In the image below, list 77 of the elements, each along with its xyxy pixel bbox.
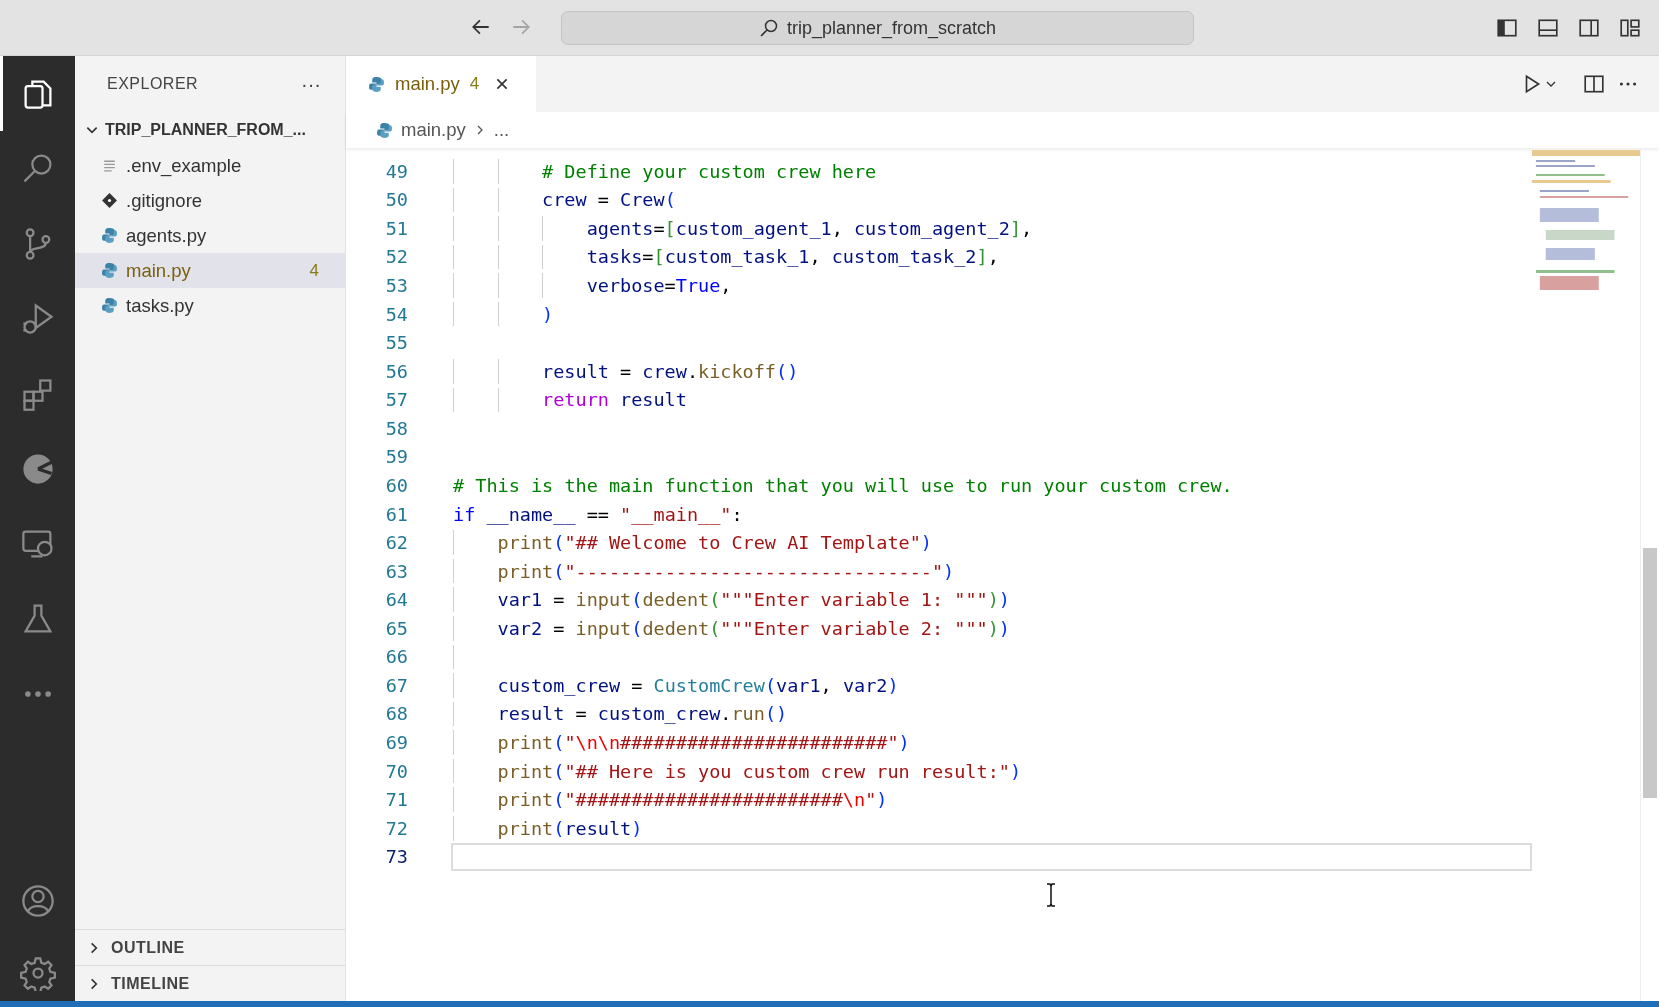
settings-icon[interactable] — [19, 955, 56, 991]
code-line: print("## Here is you custom crew run result:") — [497, 760, 1022, 782]
line-number: 59 — [384, 446, 408, 468]
code-line: ) — [542, 303, 554, 325]
code-line: print("--------------------------------") — [497, 560, 955, 582]
code-line: tasks=[custom_task_1, custom_task_2], — [586, 246, 999, 268]
code-line: return result — [542, 389, 687, 411]
account-icon[interactable] — [19, 883, 56, 919]
line-number: 64 — [384, 589, 408, 611]
code-line: if __name__ == "__main__": — [453, 503, 743, 525]
code-line: print("## Welcome to Crew AI Template") — [497, 532, 932, 554]
section-header[interactable]: OUTLINE — [75, 929, 345, 965]
python-icon — [101, 297, 118, 314]
file-item[interactable]: .gitignore — [75, 183, 345, 218]
file-item[interactable]: tasks.py — [75, 288, 345, 323]
line-number: 68 — [384, 703, 408, 725]
scrollbar-thumb[interactable] — [1643, 548, 1657, 798]
code-line: var1 = input(dedent("""Enter variable 1: """)) — [497, 589, 1010, 611]
python-icon — [101, 227, 118, 244]
editor-tab[interactable]: main.py 4 — [346, 56, 536, 112]
search-icon — [758, 18, 779, 38]
line-number: 60 — [384, 474, 408, 496]
code-line: print(result) — [497, 817, 643, 839]
code-line: result = crew.kickoff() — [542, 360, 799, 382]
folder-item[interactable]: TRIP_PLANNER_FROM_... — [75, 112, 345, 148]
line-number: 63 — [384, 560, 408, 582]
line-number: 66 — [384, 646, 408, 668]
sidebar-toggle-icon[interactable] — [1496, 17, 1518, 39]
python-icon — [368, 75, 385, 93]
line-number: 49 — [384, 160, 408, 182]
layout-icon[interactable] — [1619, 17, 1641, 39]
problem-count: 4 — [309, 260, 319, 281]
code-line: print("\n\n########################") — [497, 732, 910, 754]
line-number: 62 — [384, 532, 408, 554]
line-number: 70 — [384, 760, 408, 782]
problem-count: 4 — [469, 74, 480, 94]
code-line: var2 = input(dedent("""Enter variable 2: """)) — [497, 617, 1010, 639]
line-number: 61 — [384, 503, 408, 525]
line-number: 69 — [384, 732, 408, 754]
split-editor-icon[interactable] — [1583, 73, 1605, 95]
line-number: 65 — [384, 617, 408, 639]
code-line: print("########################\n") — [497, 789, 888, 811]
panel-toggle-icon[interactable] — [1537, 17, 1559, 39]
line-number: 50 — [384, 189, 408, 211]
line-number: 73 — [384, 846, 408, 868]
line-number: 71 — [384, 789, 408, 811]
breadcrumb-item[interactable]: ... — [493, 119, 510, 141]
breadcrumb-item[interactable]: main.py — [401, 119, 466, 141]
more-actions-button[interactable]: ··· — [297, 72, 325, 96]
code-line: # This is the main function that you will use to run your custom crew. — [453, 474, 1233, 496]
explorer-title: EXPLORER — [107, 75, 199, 93]
line-number: 67 — [384, 674, 408, 696]
line-number: 56 — [384, 360, 408, 382]
python-icon — [101, 262, 118, 279]
file-item[interactable]: agents.py — [75, 218, 345, 253]
code-line: custom_crew = CustomCrew(var1, var2) — [497, 674, 899, 696]
line-number: 52 — [384, 246, 408, 268]
file-item[interactable]: main.py 4 — [75, 253, 345, 288]
line-number: 54 — [384, 303, 408, 325]
line-number: 53 — [384, 275, 408, 297]
secondary-sidebar-icon[interactable] — [1578, 17, 1600, 39]
python-icon — [376, 121, 393, 139]
code-line: # Define your custom crew here — [542, 160, 877, 182]
line-number: 51 — [384, 217, 408, 239]
code-line: crew = Crew( — [542, 189, 676, 211]
file-item[interactable]: .env_example — [75, 148, 345, 183]
diamond-icon — [101, 192, 118, 209]
line-number: 55 — [384, 332, 408, 354]
line-number: 72 — [384, 817, 408, 839]
close-icon[interactable] — [495, 77, 510, 91]
code-line: result = custom_crew.run() — [497, 703, 788, 725]
line-number: 57 — [384, 389, 408, 411]
code-line: agents=[custom_agent_1, custom_agent_2], — [586, 217, 1033, 239]
code-line: verbose=True, — [586, 275, 732, 297]
search-field[interactable]: trip_planner_from_scratch — [561, 11, 1194, 45]
text-cursor-icon — [1045, 883, 1057, 907]
line-number: 58 — [384, 417, 408, 439]
